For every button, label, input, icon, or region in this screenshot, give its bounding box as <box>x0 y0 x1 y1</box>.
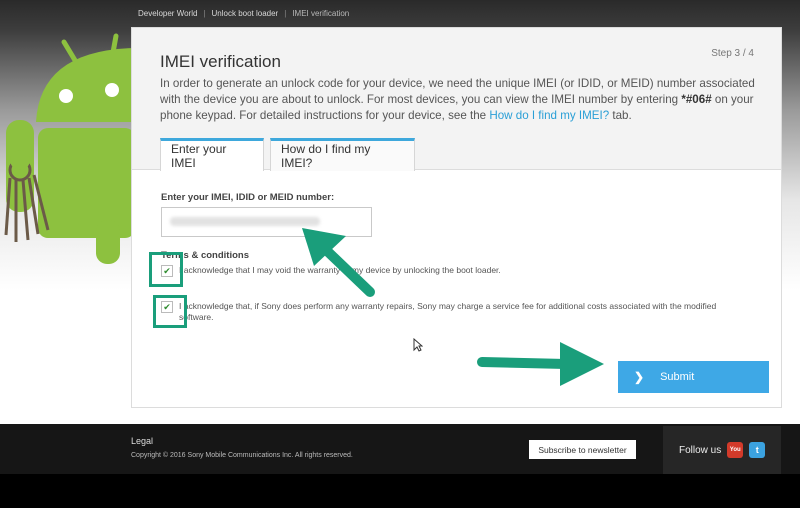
tab-enter-imei[interactable]: Enter your IMEI <box>160 138 264 171</box>
follow-us-label: Follow us <box>679 444 722 456</box>
chevron-right-icon: ❯ <box>634 370 645 384</box>
breadcrumb: Developer World | Unlock boot loader | I… <box>138 9 349 18</box>
android-mascot-icon <box>4 33 135 264</box>
annotation-highlight-checkbox-1 <box>149 252 183 287</box>
footer: Legal Copyright © 2016 Sony Mobile Commu… <box>0 424 800 474</box>
breadcrumb-unlock-boot-loader[interactable]: Unlock boot loader <box>212 9 279 18</box>
imei-verification-panel: IMEI verification Step 3 / 4 In order to… <box>131 27 782 408</box>
tab-find-imei[interactable]: How do I find my IMEI? <box>270 138 415 171</box>
follow-us-section: Follow us You t <box>663 426 781 474</box>
cursor-icon <box>413 338 423 352</box>
arrow-annotation-icon <box>477 342 604 386</box>
youtube-icon[interactable]: You <box>727 442 744 458</box>
breadcrumb-developer-world[interactable]: Developer World <box>138 9 197 18</box>
intro-code: *#06# <box>681 93 712 106</box>
twitter-icon[interactable]: t <box>749 442 766 458</box>
imei-label: Enter your IMEI, IDID or MEID number: <box>161 192 335 203</box>
annotation-highlight-checkbox-2 <box>153 295 187 328</box>
intro-part1: In order to generate an unlock code for … <box>160 77 755 106</box>
bottom-bar <box>0 474 800 508</box>
submit-label: Submit <box>660 371 695 383</box>
breadcrumb-separator: | <box>203 9 206 18</box>
arrow-annotation-icon <box>302 228 375 297</box>
intro-part3: tab. <box>609 109 632 122</box>
breadcrumb-separator: | <box>284 9 287 18</box>
step-indicator: Step 3 / 4 <box>711 48 754 59</box>
page-title: IMEI verification <box>160 52 281 71</box>
terms-text-service-fee: I acknowledge that, if Sony does perform… <box>179 301 717 322</box>
imei-blurred-value <box>170 217 320 226</box>
submit-button[interactable]: ❯ Submit <box>618 361 769 393</box>
footer-legal-link[interactable]: Legal <box>131 436 153 446</box>
find-imei-link[interactable]: How do I find my IMEI? <box>489 109 609 122</box>
terms-text-warranty: I acknowledge that I may void the warran… <box>179 265 501 275</box>
breadcrumb-imei-verification: IMEI verification <box>292 9 350 18</box>
tab-bar: Enter your IMEI How do I find my IMEI? <box>160 138 415 171</box>
intro-text: In order to generate an unlock code for … <box>160 76 760 124</box>
footer-copyright: Copyright © 2016 Sony Mobile Communicati… <box>131 452 353 459</box>
subscribe-newsletter-button[interactable]: Subscribe to newsletter <box>529 440 636 459</box>
